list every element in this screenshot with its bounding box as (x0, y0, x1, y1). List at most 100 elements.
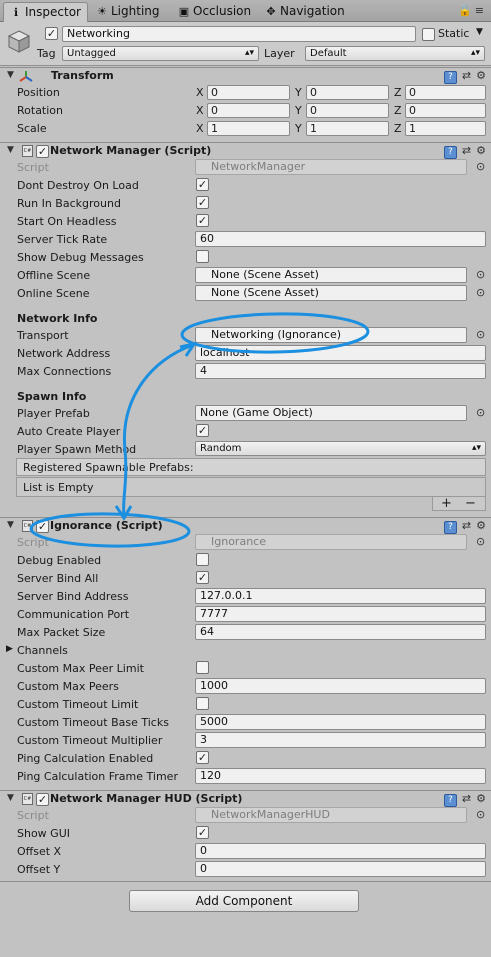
transform-title: Transform (51, 69, 114, 82)
preset-icon[interactable]: ⇄ (462, 69, 471, 82)
ping-timer-field[interactable]: 120 (195, 768, 486, 784)
object-name-input[interactable]: Networking (62, 26, 416, 42)
axis-x-label[interactable]: X (196, 104, 204, 117)
axis-z-label[interactable]: Z (394, 86, 402, 99)
tab-lighting[interactable]: ☀ Lighting (90, 2, 166, 22)
axis-y-label[interactable]: Y (295, 86, 302, 99)
port-field[interactable]: 7777 (195, 606, 486, 622)
position-z-field[interactable]: 0 (405, 85, 486, 100)
ping-enabled-checkbox[interactable]: ✓ (196, 751, 209, 764)
settings-gear-icon[interactable]: ⚙ (476, 792, 486, 805)
fold-arrow-icon[interactable]: ▼ (7, 145, 14, 155)
help-icon[interactable]: ? (443, 146, 457, 159)
object-picker-icon[interactable]: ⊙ (476, 286, 485, 299)
axis-x-label[interactable]: X (196, 122, 204, 135)
debug-enabled-label: Debug Enabled (17, 554, 102, 567)
network-manager-enabled-checkbox[interactable]: ✓ (36, 145, 49, 158)
settings-gear-icon[interactable]: ⚙ (476, 144, 486, 157)
ignorance-header[interactable]: ▼ C# ✓ Ignorance (Script) ? ⇄ ⚙ (0, 517, 491, 535)
auto-create-checkbox[interactable]: ✓ (196, 424, 209, 437)
settings-gear-icon[interactable]: ⚙ (476, 69, 486, 82)
axis-z-label[interactable]: Z (394, 104, 402, 117)
help-icon[interactable]: ? (443, 794, 457, 807)
fold-arrow-icon[interactable]: ▼ (7, 793, 14, 803)
transport-field[interactable]: Networking (Ignorance) (195, 327, 467, 343)
player-prefab-field[interactable]: None (Game Object) (195, 405, 467, 421)
channels-fold-icon[interactable]: ▶ (6, 644, 13, 654)
bind-address-field[interactable]: 127.0.0.1 (195, 588, 486, 604)
axis-y-label[interactable]: Y (295, 122, 302, 135)
timeout-limit-checkbox[interactable] (196, 697, 209, 710)
rotation-x-field[interactable]: 0 (207, 103, 290, 118)
offset-x-field[interactable]: 0 (195, 843, 486, 859)
transform-header[interactable]: ▼ Transform ? ⇄ ⚙ (0, 67, 491, 85)
offline-scene-field[interactable]: None (Scene Asset) (195, 267, 467, 283)
tag-dropdown[interactable]: Untagged ▴▾ (62, 46, 259, 61)
position-y-field[interactable]: 0 (306, 85, 389, 100)
lock-icon[interactable]: 🔒 (458, 4, 475, 17)
offset-y-field[interactable]: 0 (195, 861, 486, 877)
help-icon[interactable]: ? (443, 71, 457, 84)
show-debug-checkbox[interactable] (196, 250, 209, 263)
tab-navigation[interactable]: ✥ Navigation (259, 2, 351, 22)
add-component-button[interactable]: Add Component (129, 890, 359, 912)
offset-y-label: Offset Y (17, 863, 61, 876)
axis-y-label[interactable]: Y (295, 104, 302, 117)
online-scene-field[interactable]: None (Scene Asset) (195, 285, 467, 301)
object-picker-icon[interactable]: ⊙ (476, 406, 485, 419)
timeout-ticks-field[interactable]: 5000 (195, 714, 486, 730)
spawn-method-dropdown[interactable]: Random ▴▾ (195, 441, 486, 456)
layer-dropdown[interactable]: Default ▴▾ (305, 46, 485, 61)
tab-inspector[interactable]: ℹ Inspector (3, 2, 88, 22)
object-picker-icon[interactable]: ⊙ (476, 328, 485, 341)
max-peers-field[interactable]: 1000 (195, 678, 486, 694)
scale-x-field[interactable]: 1 (207, 121, 290, 136)
packet-size-field[interactable]: 64 (195, 624, 486, 640)
settings-gear-icon[interactable]: ⚙ (476, 519, 486, 532)
add-item-button[interactable]: + (441, 496, 452, 511)
tick-rate-field[interactable]: 60 (195, 231, 486, 247)
dont-destroy-checkbox[interactable]: ✓ (196, 178, 209, 191)
hud-enabled-checkbox[interactable]: ✓ (36, 793, 49, 806)
start-headless-checkbox[interactable]: ✓ (196, 214, 209, 227)
start-headless-label: Start On Headless (17, 215, 117, 228)
packet-size-label: Max Packet Size (17, 626, 106, 639)
object-picker-icon[interactable]: ⊙ (476, 160, 485, 173)
rotation-y-field[interactable]: 0 (306, 103, 389, 118)
object-picker-icon[interactable]: ⊙ (476, 808, 485, 821)
network-manager-header[interactable]: ▼ C# ✓ Network Manager (Script) ? ⇄ ⚙ (0, 142, 491, 160)
channels-label[interactable]: Channels (17, 644, 68, 657)
debug-enabled-checkbox[interactable] (196, 553, 209, 566)
help-icon[interactable]: ? (443, 521, 457, 534)
timeout-multiplier-field[interactable]: 3 (195, 732, 486, 748)
tab-occlusion[interactable]: ▣ Occlusion (172, 2, 257, 22)
bind-all-checkbox[interactable]: ✓ (196, 571, 209, 584)
timeout-multiplier-label: Custom Timeout Multiplier (17, 734, 163, 747)
hud-header[interactable]: ▼ C# ✓ Network Manager HUD (Script) ? ⇄ ⚙ (0, 790, 491, 808)
active-checkbox[interactable]: ✓ (45, 27, 58, 40)
static-dropdown-icon[interactable]: ▼ (476, 27, 483, 37)
preset-icon[interactable]: ⇄ (462, 792, 471, 805)
ping-timer-label: Ping Calculation Frame Timer (17, 770, 178, 783)
remove-item-button[interactable]: − (465, 496, 476, 511)
max-connections-field[interactable]: 4 (195, 363, 486, 379)
run-background-checkbox[interactable]: ✓ (196, 196, 209, 209)
show-gui-checkbox[interactable]: ✓ (196, 826, 209, 839)
menu-icon[interactable]: ≡ (475, 4, 487, 17)
peer-limit-checkbox[interactable] (196, 661, 209, 674)
scale-y-field[interactable]: 1 (306, 121, 389, 136)
object-picker-icon[interactable]: ⊙ (476, 535, 485, 548)
axis-z-label[interactable]: Z (394, 122, 402, 135)
rotation-z-field[interactable]: 0 (405, 103, 486, 118)
fold-arrow-icon[interactable]: ▼ (7, 520, 14, 530)
axis-x-label[interactable]: X (196, 86, 204, 99)
preset-icon[interactable]: ⇄ (462, 144, 471, 157)
position-x-field[interactable]: 0 (207, 85, 290, 100)
object-picker-icon[interactable]: ⊙ (476, 268, 485, 281)
scale-z-field[interactable]: 1 (405, 121, 486, 136)
network-address-field[interactable]: localhost (195, 345, 486, 361)
fold-arrow-icon[interactable]: ▼ (7, 70, 14, 80)
preset-icon[interactable]: ⇄ (462, 519, 471, 532)
ignorance-enabled-checkbox[interactable]: ✓ (36, 520, 49, 533)
static-checkbox[interactable] (422, 28, 435, 41)
